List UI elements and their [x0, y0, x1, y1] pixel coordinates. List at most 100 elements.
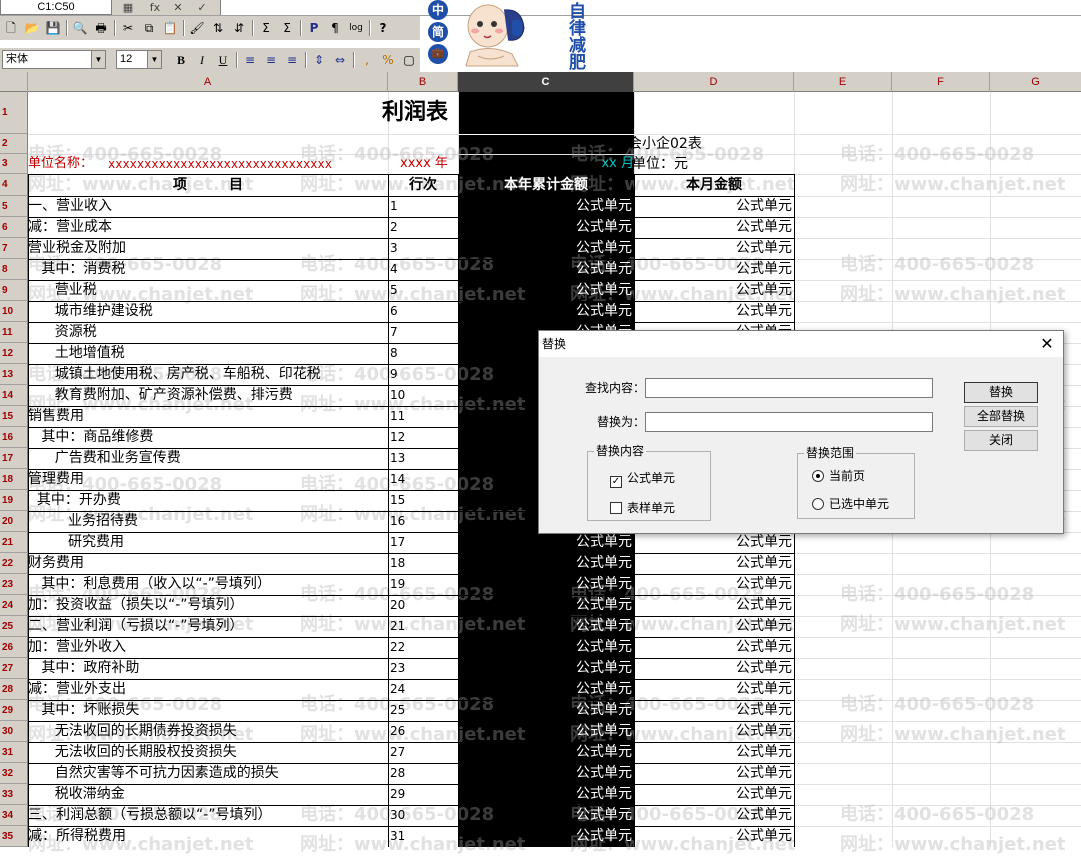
- row-header[interactable]: 19: [0, 490, 28, 511]
- month-amount-cell[interactable]: 公式单元: [634, 805, 794, 826]
- row-header[interactable]: 28: [0, 679, 28, 700]
- ytd-amount-cell[interactable]: 公式单元: [458, 700, 634, 721]
- month-amount-cell[interactable]: 公式单元: [634, 742, 794, 763]
- font-name-select[interactable]: 宋体 ▼: [2, 50, 106, 69]
- ytd-amount-cell[interactable]: 公式单元: [458, 238, 634, 259]
- row-header[interactable]: 23: [0, 574, 28, 595]
- month-amount-cell[interactable]: 公式单元: [634, 196, 794, 217]
- line-number-cell[interactable]: 24: [388, 679, 458, 700]
- merge-icon[interactable]: ⇔: [331, 51, 349, 69]
- line-number-cell[interactable]: 18: [388, 553, 458, 574]
- close-button[interactable]: 关闭: [964, 430, 1038, 451]
- item-cell[interactable]: 减：营业成本: [28, 217, 388, 238]
- month-amount-cell[interactable]: 公式单元: [634, 679, 794, 700]
- month-amount-cell[interactable]: 公式单元: [634, 553, 794, 574]
- item-cell[interactable]: 无法收回的长期股权投资损失: [28, 742, 388, 763]
- open-icon[interactable]: 📂: [23, 19, 41, 37]
- line-number-cell[interactable]: 13: [388, 448, 458, 469]
- save-icon[interactable]: 💾: [44, 19, 62, 37]
- item-cell[interactable]: 财务费用: [28, 553, 388, 574]
- line-number-cell[interactable]: 1: [388, 196, 458, 217]
- ytd-amount-cell[interactable]: 公式单元: [458, 658, 634, 679]
- row-header[interactable]: 21: [0, 532, 28, 553]
- row-header[interactable]: 20: [0, 511, 28, 532]
- item-cell[interactable]: 其中：消费税: [28, 259, 388, 280]
- item-cell[interactable]: 其中：开办费: [28, 490, 388, 511]
- ytd-amount-cell[interactable]: 公式单元: [458, 553, 634, 574]
- line-number-cell[interactable]: 4: [388, 259, 458, 280]
- item-cell[interactable]: 自然灾害等不可抗力因素造成的损失: [28, 763, 388, 784]
- row-header[interactable]: 32: [0, 763, 28, 784]
- row-header[interactable]: 29: [0, 700, 28, 721]
- ytd-amount-cell[interactable]: 公式单元: [458, 259, 634, 280]
- row-header[interactable]: 14: [0, 385, 28, 406]
- item-cell[interactable]: 营业税: [28, 280, 388, 301]
- month-amount-cell[interactable]: 公式单元: [634, 637, 794, 658]
- row-header[interactable]: 34: [0, 805, 28, 826]
- line-number-cell[interactable]: 20: [388, 595, 458, 616]
- ytd-amount-cell[interactable]: 公式单元: [458, 742, 634, 763]
- line-number-cell[interactable]: 22: [388, 637, 458, 658]
- row-header[interactable]: 33: [0, 784, 28, 805]
- year-text[interactable]: xxxx 年: [400, 154, 458, 174]
- font-size-select[interactable]: 12 ▼: [116, 50, 162, 69]
- ytd-amount-cell[interactable]: 公式单元: [458, 679, 634, 700]
- sum-icon[interactable]: Σ: [257, 19, 275, 37]
- checkbox-icon[interactable]: ✓: [610, 476, 622, 488]
- column-header-g[interactable]: G: [990, 72, 1081, 92]
- row-header[interactable]: 9: [0, 280, 28, 301]
- month-text[interactable]: xx 月: [588, 154, 634, 174]
- row-header[interactable]: 1: [0, 92, 28, 134]
- line-number-cell[interactable]: 30: [388, 805, 458, 826]
- thousands-icon[interactable]: ,: [358, 51, 376, 69]
- month-amount-cell[interactable]: 公式单元: [634, 574, 794, 595]
- cell-reference-box[interactable]: C1:C50: [0, 0, 112, 15]
- line-number-cell[interactable]: 9: [388, 364, 458, 385]
- row-header[interactable]: 15: [0, 406, 28, 427]
- line-number-cell[interactable]: 14: [388, 469, 458, 490]
- ytd-amount-cell[interactable]: 公式单元: [458, 301, 634, 322]
- close-icon[interactable]: ✕: [1037, 333, 1057, 355]
- radio-icon[interactable]: [812, 498, 824, 510]
- find-input[interactable]: [645, 378, 933, 398]
- line-number-cell[interactable]: 25: [388, 700, 458, 721]
- row-header[interactable]: 17: [0, 448, 28, 469]
- row-header[interactable]: 25: [0, 616, 28, 637]
- month-amount-cell[interactable]: 公式单元: [634, 217, 794, 238]
- line-number-cell[interactable]: 16: [388, 511, 458, 532]
- select-all-corner[interactable]: [0, 72, 28, 92]
- column-header-c[interactable]: C: [458, 72, 634, 92]
- ytd-amount-cell[interactable]: 公式单元: [458, 721, 634, 742]
- cancel-icon[interactable]: ✕: [168, 0, 188, 15]
- italic-button[interactable]: I: [193, 51, 211, 69]
- line-number-cell[interactable]: 21: [388, 616, 458, 637]
- row-header[interactable]: 31: [0, 742, 28, 763]
- ytd-amount-cell[interactable]: 公式单元: [458, 574, 634, 595]
- row-header[interactable]: 35: [0, 826, 28, 847]
- month-amount-cell[interactable]: 公式单元: [634, 700, 794, 721]
- month-amount-cell[interactable]: 公式单元: [634, 616, 794, 637]
- line-number-cell[interactable]: 8: [388, 343, 458, 364]
- copy-icon[interactable]: ⧉: [140, 19, 158, 37]
- calc-icon[interactable]: log: [347, 19, 365, 37]
- ytd-amount-cell[interactable]: 公式单元: [458, 763, 634, 784]
- item-cell[interactable]: 研究费用: [28, 532, 388, 553]
- table-header[interactable]: 本年累计金额: [458, 174, 634, 196]
- bold-button[interactable]: B: [172, 51, 190, 69]
- vertical-align-icon[interactable]: ⇕: [310, 51, 328, 69]
- line-number-cell[interactable]: 17: [388, 532, 458, 553]
- row-header[interactable]: 16: [0, 427, 28, 448]
- month-amount-cell[interactable]: 公式单元: [634, 826, 794, 847]
- current-page-radio[interactable]: 当前页: [812, 468, 865, 484]
- chevron-down-icon[interactable]: ▼: [91, 51, 105, 68]
- line-number-cell[interactable]: 5: [388, 280, 458, 301]
- align-left-icon[interactable]: ≡: [241, 51, 259, 69]
- currency-unit[interactable]: 单位：元: [632, 154, 792, 174]
- percent-icon[interactable]: %: [379, 51, 397, 69]
- row-header[interactable]: 13: [0, 364, 28, 385]
- ytd-amount-cell[interactable]: 公式单元: [458, 280, 634, 301]
- item-cell[interactable]: 管理费用: [28, 469, 388, 490]
- item-cell[interactable]: 加：投资收益（损失以“-”号填列）: [28, 595, 388, 616]
- sort-desc-icon[interactable]: ⇵: [230, 19, 248, 37]
- line-number-cell[interactable]: 31: [388, 826, 458, 847]
